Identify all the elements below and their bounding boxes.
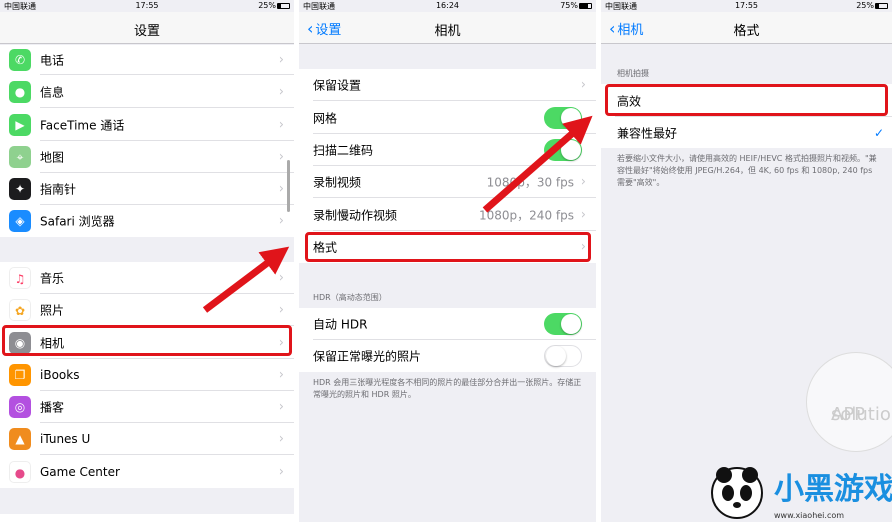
annotation-arrows — [202, 115, 593, 313]
arrow-to-camera-settings — [202, 246, 290, 313]
svg-text:www.xiaohei.com: www.xiaohei.com — [774, 511, 844, 520]
arrow-to-formats — [482, 115, 593, 213]
xiaohei-logo: 小黑游戏 www.xiaohei.com — [711, 467, 892, 520]
svg-text:小黑游戏: 小黑游戏 — [774, 472, 892, 507]
